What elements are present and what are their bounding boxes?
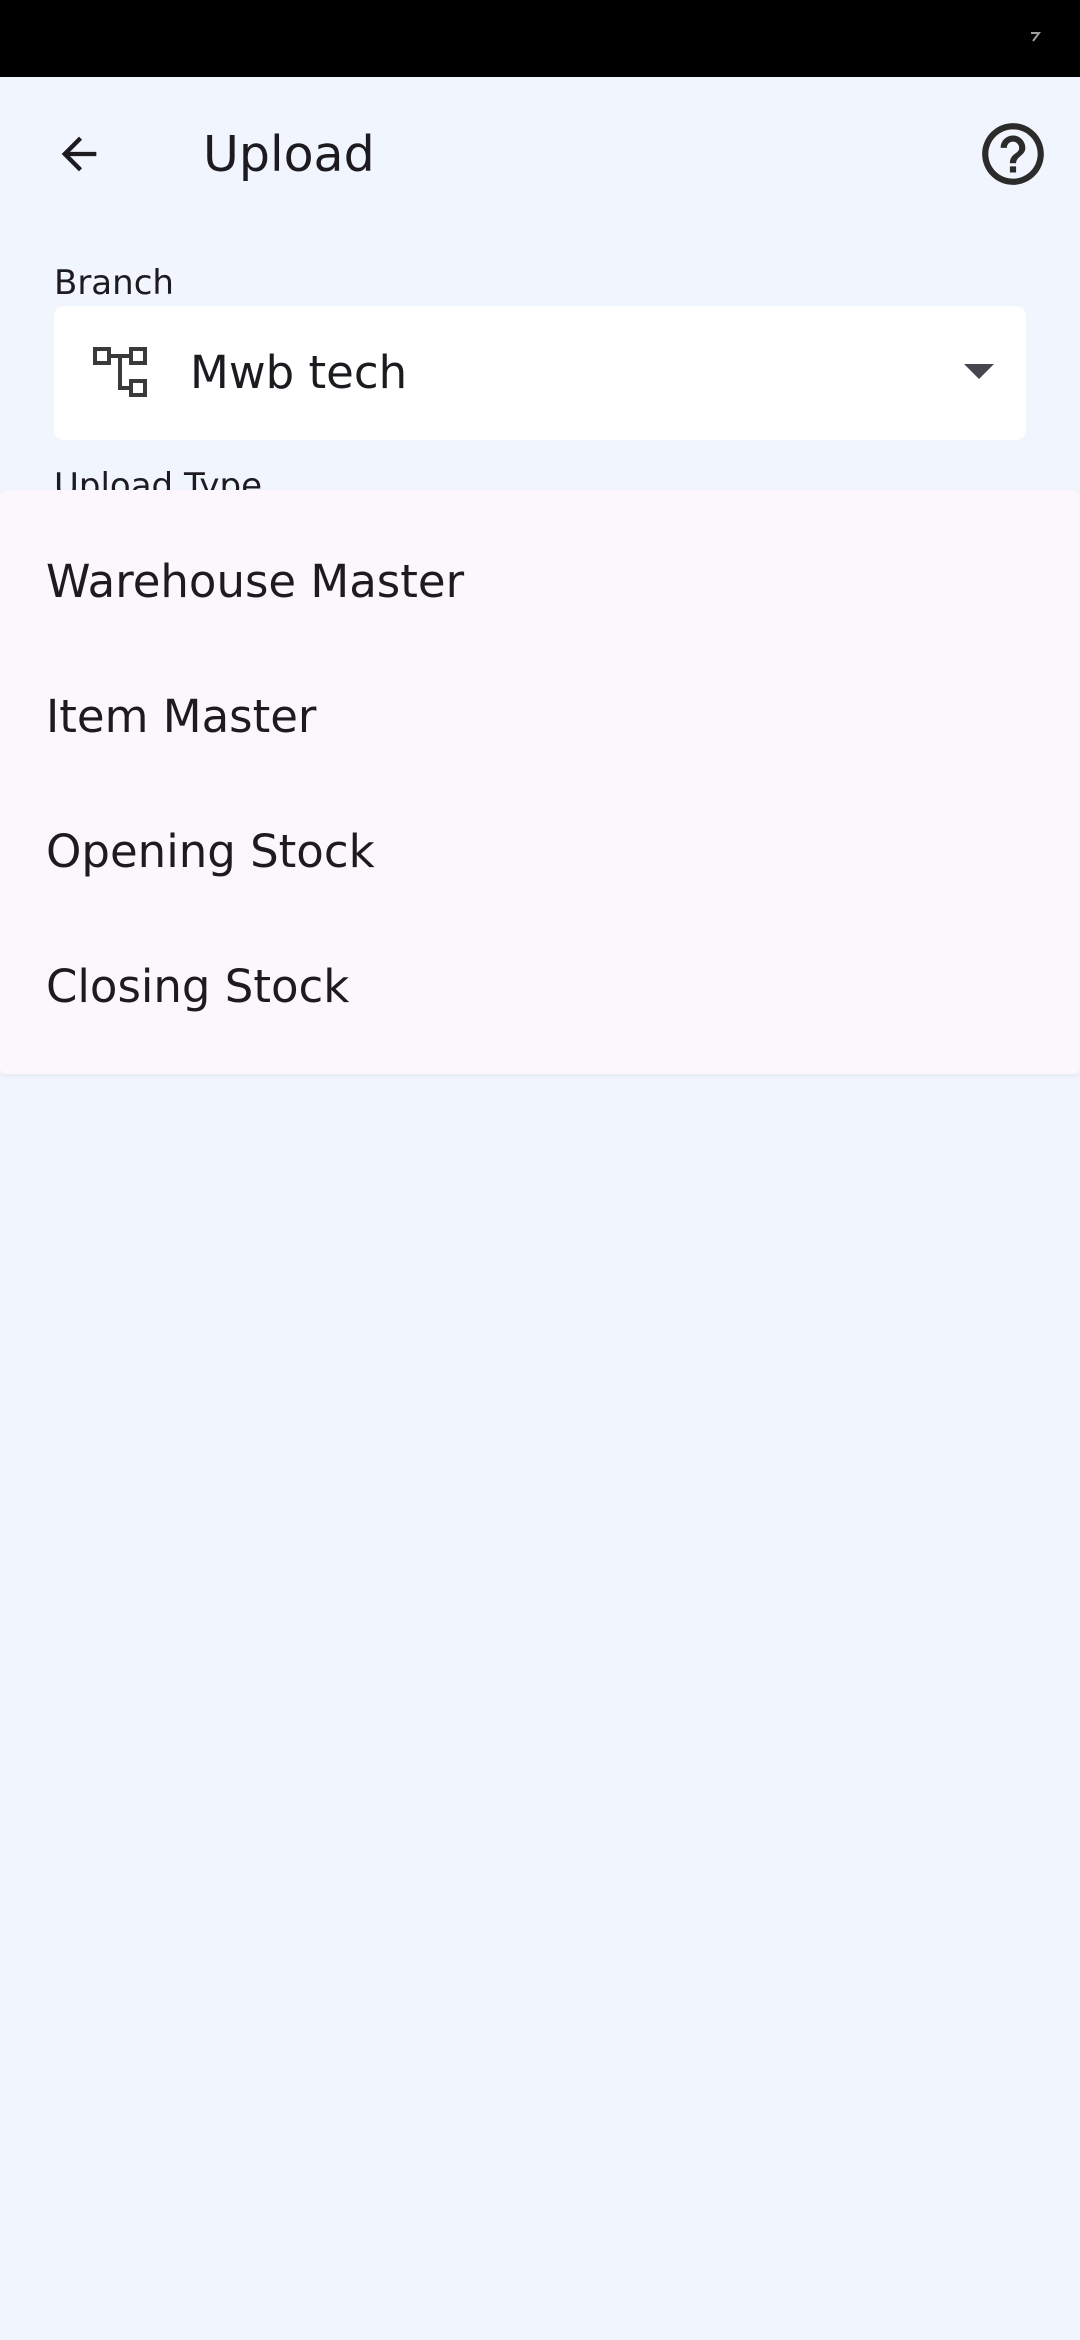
back-button[interactable] <box>38 113 120 195</box>
arrow-back-icon <box>61 136 97 172</box>
menu-item-opening-stock[interactable]: Opening Stock <box>0 784 1080 919</box>
branch-value: Mwb tech <box>190 346 408 399</box>
page-title: Upload <box>203 126 375 183</box>
menu-item-warehouse-master[interactable]: Warehouse Master <box>0 514 1080 649</box>
upload-type-menu: Warehouse Master Item Master Opening Sto… <box>0 490 1080 1074</box>
account-tree-icon <box>93 347 147 397</box>
status-bar <box>0 0 1080 77</box>
help-button[interactable] <box>974 115 1052 193</box>
menu-item-closing-stock[interactable]: Closing Stock <box>0 919 1080 1054</box>
dropdown-arrow-icon <box>964 364 994 379</box>
help-circle-icon <box>982 123 1044 185</box>
signal-icon <box>1031 32 1041 42</box>
menu-item-item-master[interactable]: Item Master <box>0 649 1080 784</box>
app-bar: Upload <box>0 77 1080 235</box>
branch-select[interactable]: Mwb tech <box>54 306 1026 440</box>
branch-label: Branch <box>54 263 174 303</box>
